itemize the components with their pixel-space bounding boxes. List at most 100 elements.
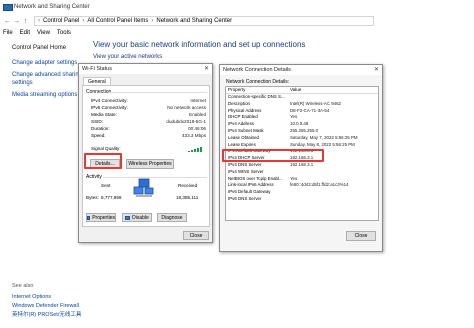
control-panel-home-link[interactable]: Control Panel Home [12, 44, 92, 52]
menu-view[interactable]: View [37, 30, 50, 36]
forward-arrow-icon[interactable]: → [12, 18, 21, 25]
status-value: 433.3 Mbps [181, 133, 206, 138]
close-icon[interactable]: ✕ [374, 66, 379, 73]
firewall-link[interactable]: Windows Defender Firewall [12, 302, 81, 311]
value-cell: Intel(R) Wireless-AC 9462 [290, 100, 341, 106]
disable-button[interactable]: Disable [122, 213, 152, 222]
breadcrumb-control-panel[interactable]: Control Panel [43, 18, 79, 24]
details-row[interactable]: IPv6 DNS Server [226, 196, 378, 203]
property-cell: DHCP Enabled [228, 114, 258, 120]
property-cell: Lease Expires [228, 141, 256, 147]
menu-file[interactable]: File [3, 30, 13, 36]
group-divider [109, 92, 207, 93]
property-cell: IPv6 Default Gateway [228, 189, 271, 195]
value-cell: D8-F2-CA-71-3A-54 [290, 107, 330, 113]
details-row[interactable]: IPv4 Subnet Mask 255.255.255.0 [226, 128, 378, 135]
column-header-value[interactable]: Value [288, 87, 301, 93]
address-bar: ← → ↑ › Control Panel › All Control Pane… [0, 14, 474, 28]
active-networks-heading: View your active networks [93, 54, 163, 60]
value-cell: Sunday, May 8, 2022 5:56:25 PM [290, 141, 355, 147]
property-cell: IPv4 DNS Server [228, 161, 262, 167]
shield-icon [125, 215, 131, 220]
details-row[interactable]: Link-local IPv6 Address fe80::4d43:d5f1:f… [226, 182, 378, 189]
page-title: View your basic network information and … [93, 40, 306, 49]
sent-label: Sent [101, 183, 111, 188]
status-value: Enabled [189, 112, 206, 117]
column-header-property[interactable]: Property [226, 87, 288, 93]
details-row[interactable]: Lease Expires Sunday, May 8, 2022 5:56:25… [226, 142, 378, 149]
details-row[interactable]: Description Intel(R) Wireless-AC 9462 [226, 101, 378, 108]
bytes-received-value: 18,385,111 [176, 195, 199, 200]
status-label: IPv6 Connectivity: [91, 105, 128, 110]
status-label: Media State: [91, 112, 117, 117]
property-cell: IPv4 WINS Server [228, 168, 264, 174]
proset-link[interactable]: 英特尔(R) PROSet/无线工具 [12, 311, 81, 320]
details-row[interactable]: DHCP Enabled Yes [226, 114, 378, 121]
wireless-properties-button[interactable]: Wireless Properties [126, 159, 174, 169]
window-titlebar: Network and Sharing Center [0, 0, 474, 14]
details-close-button[interactable]: Close [346, 231, 376, 241]
see-also-links: Internet Options Windows Defender Firewa… [12, 293, 81, 320]
value-cell [288, 94, 378, 101]
property-cell: IPv4 Subnet Mask [228, 127, 264, 133]
internet-options-link[interactable]: Internet Options [12, 293, 81, 302]
status-value: No network access [167, 105, 206, 110]
properties-button-label: Properties [92, 214, 115, 221]
value-cell: 255.255.255.0 [290, 127, 319, 133]
status-row: Speed: 433.3 Mbps [91, 133, 206, 140]
details-list-label: Network Connection Details: [226, 79, 290, 85]
see-also-title: See also [12, 283, 34, 289]
details-row[interactable]: IPv4 WINS Server [226, 169, 378, 176]
signal-bars-icon [187, 147, 202, 152]
properties-button[interactable]: Properties [86, 213, 116, 222]
close-icon[interactable]: ✕ [204, 65, 209, 72]
network-center-icon [3, 4, 13, 11]
value-cell [288, 196, 378, 203]
value-cell: Saturday, May 7, 2022 5:56:25 PM [290, 134, 358, 140]
value-cell: Yes [290, 175, 298, 181]
status-row: IPv6 Connectivity: No network access [91, 105, 206, 112]
details-row[interactable]: IPv4 Address 10.0.0.48 [226, 121, 378, 128]
details-row[interactable]: IPv4 DNS Server 192.168.3.1 [226, 162, 378, 169]
property-cell: Connection-specific DNS S... [228, 94, 285, 99]
status-label: Speed: [91, 133, 106, 138]
property-cell: Lease Obtained [228, 134, 260, 140]
value-cell: 192.168.3.1 [290, 161, 314, 167]
details-row[interactable]: Physical Address D8-F2-CA-71-3A-54 [226, 108, 378, 115]
address-field[interactable]: › Control Panel › All Control Panel Item… [34, 16, 374, 26]
up-arrow-icon[interactable]: ↑ [21, 18, 30, 25]
chevron-right-icon: › [151, 18, 154, 24]
details-row[interactable]: Lease Obtained Saturday, May 7, 2022 5:56… [226, 135, 378, 142]
property-cell: Link-local IPv6 Address [228, 182, 274, 188]
status-row: SSID: dudubdx2018-5G-1 [91, 119, 206, 126]
menu-edit[interactable]: Edit [20, 30, 30, 36]
diagnose-button[interactable]: Diagnose [157, 213, 187, 222]
wifi-close-button[interactable]: Close [183, 231, 209, 240]
received-label: Received [178, 183, 198, 188]
tab-general[interactable]: General [83, 77, 111, 85]
back-arrow-icon[interactable]: ← [3, 18, 12, 25]
value-cell [288, 169, 378, 176]
details-title: Network Connection Details [223, 67, 291, 73]
chevron-right-icon: › [82, 18, 85, 24]
chevron-right-icon: › [38, 18, 40, 24]
menu-tools[interactable]: Tools [57, 30, 71, 36]
details-button-highlight [84, 153, 122, 169]
details-row[interactable]: NetBIOS over Tcpip Enabl... Yes [226, 176, 378, 183]
group-divider [103, 177, 207, 178]
breadcrumb-all-items[interactable]: All Control Panel Items [87, 18, 148, 24]
status-label: IPv4 Connectivity: [91, 98, 128, 103]
property-cell: IPv4 Address [228, 121, 254, 127]
details-row[interactable]: Connection-specific DNS S... [226, 94, 378, 101]
menu-bar: File Edit View Tools [0, 28, 474, 38]
activity-group-label: Activity [86, 174, 102, 180]
status-value: Internet [190, 98, 206, 103]
property-cell: NetBIOS over Tcpip Enabl... [228, 175, 283, 181]
details-row[interactable]: IPv6 Default Gateway [226, 189, 378, 196]
signal-quality-label: Signal Quality: [91, 146, 121, 151]
network-activity-icon [133, 178, 154, 197]
status-label: SSID: [91, 119, 103, 124]
bytes-label: Bytes: [86, 195, 99, 200]
breadcrumb-network-center[interactable]: Network and Sharing Center [156, 18, 232, 24]
status-value: dudubdx2018-5G-1 [166, 119, 206, 124]
